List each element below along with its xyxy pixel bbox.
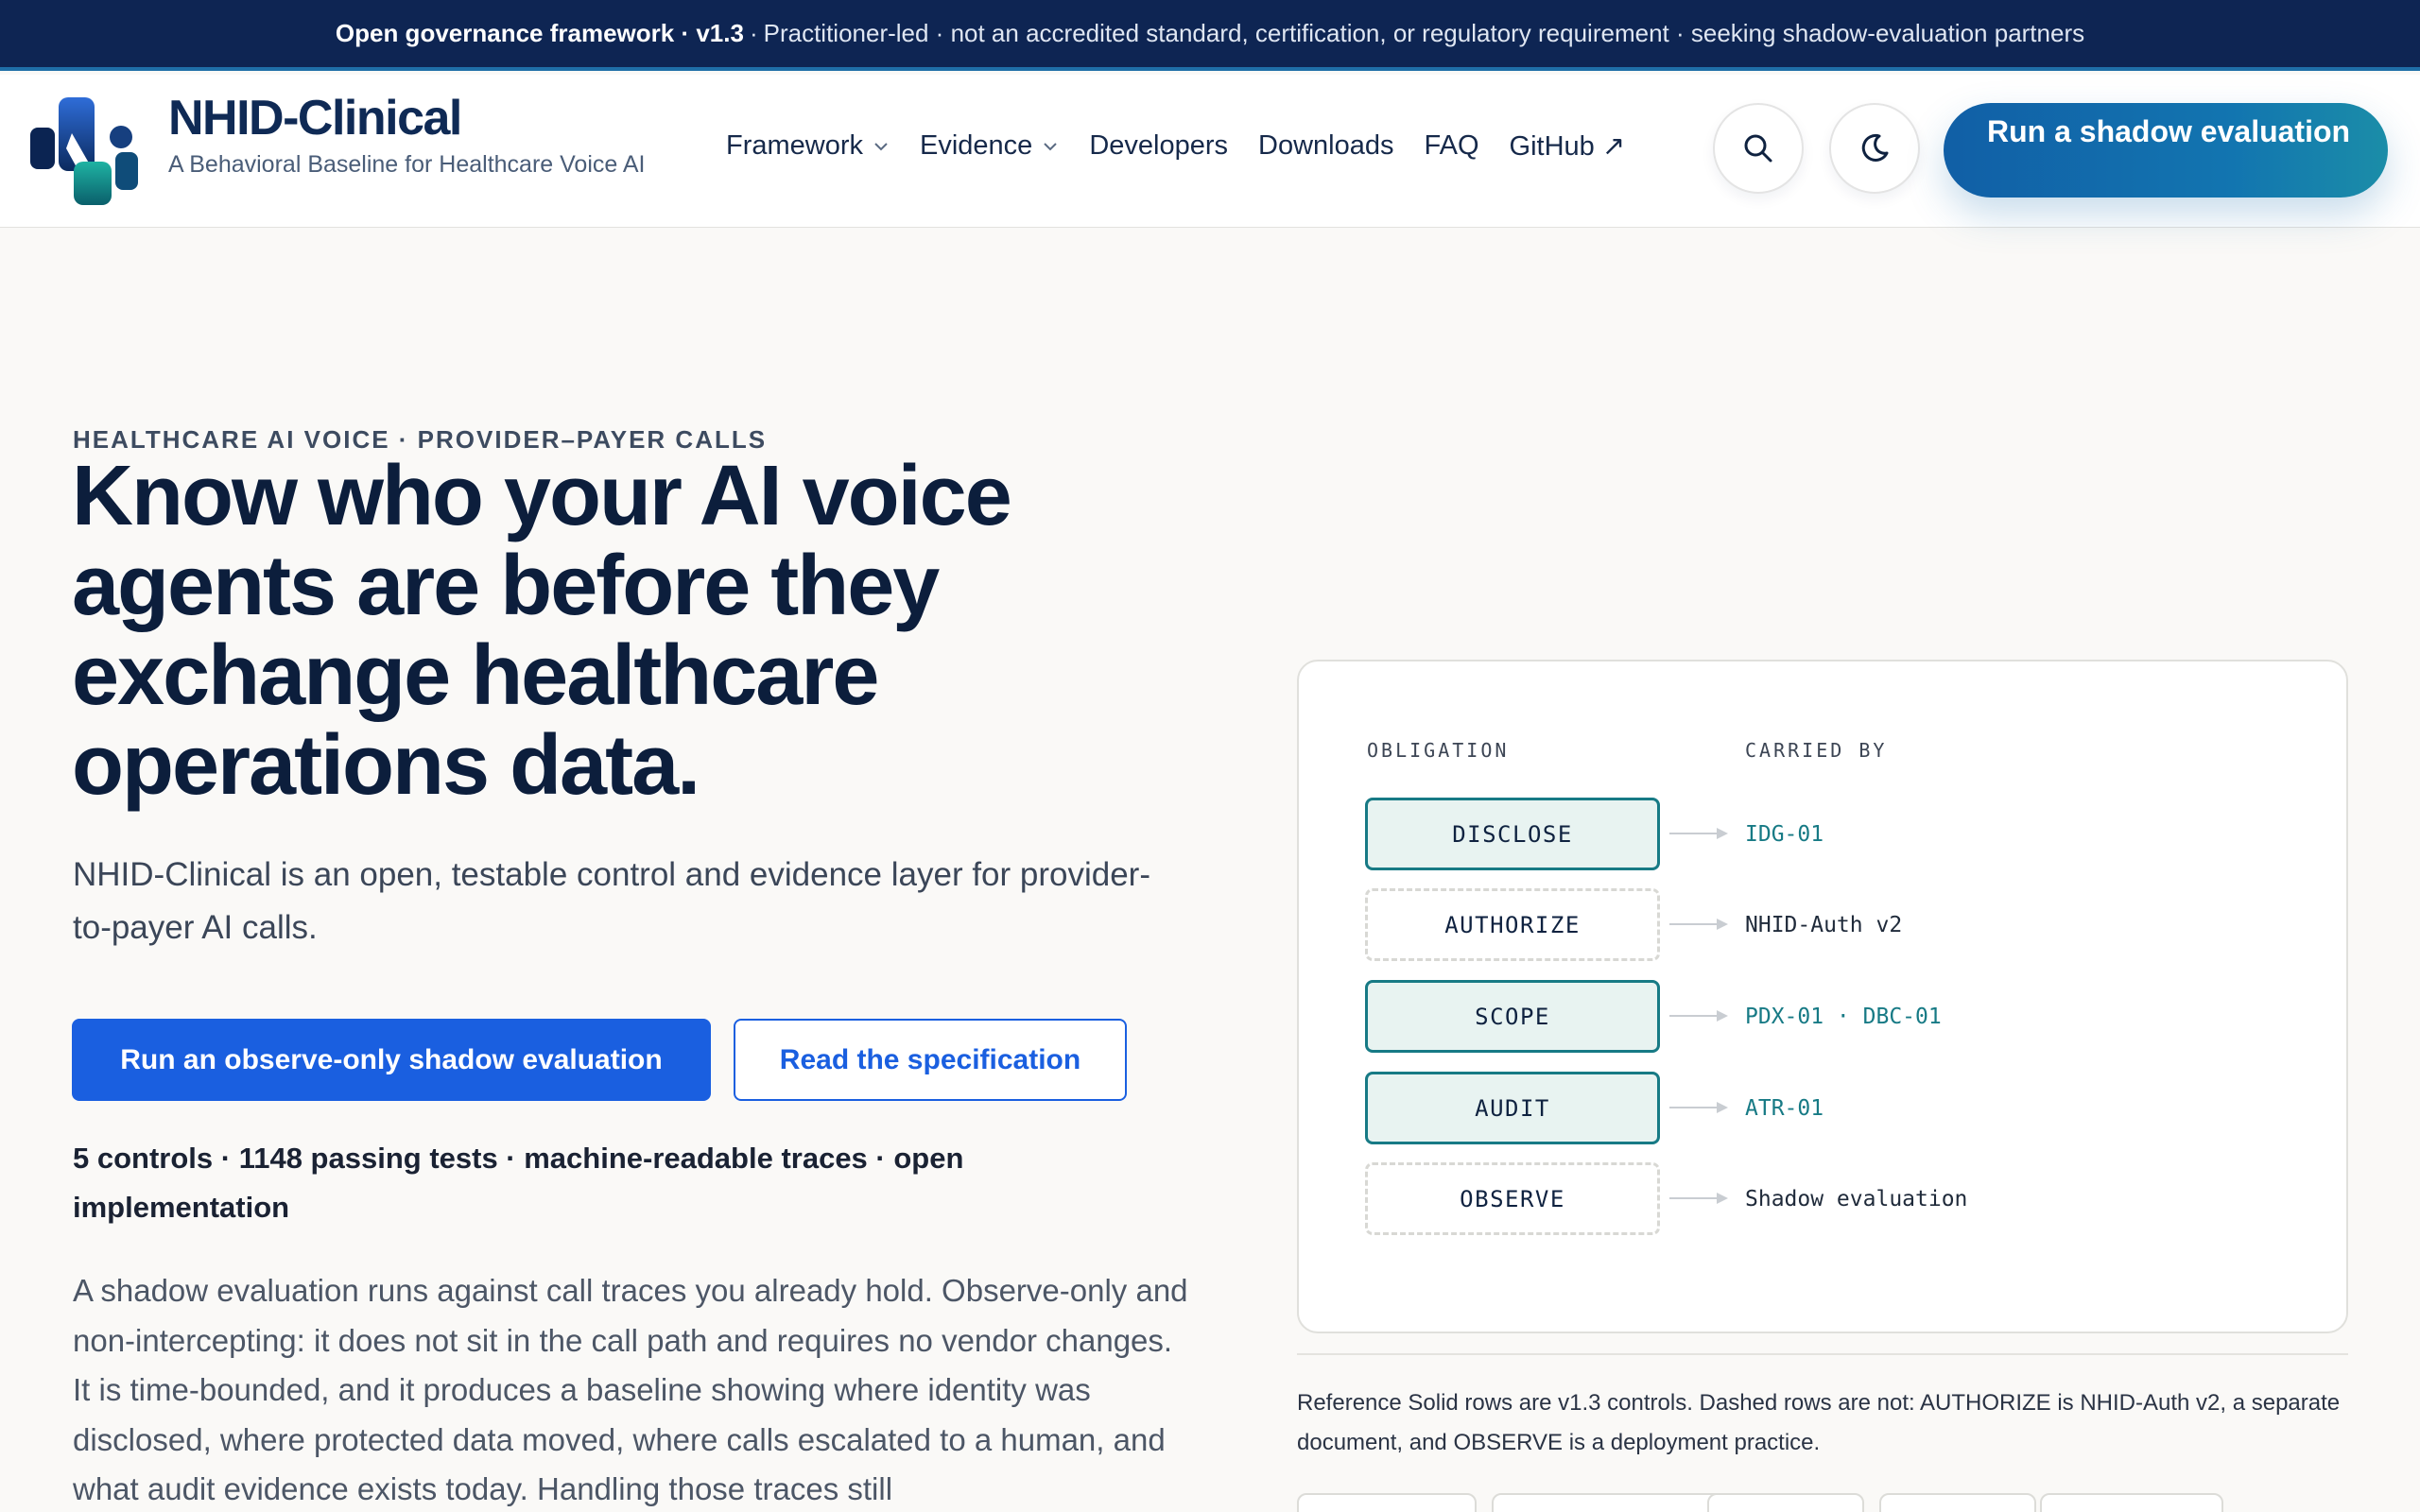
hero-stats: 5 controls · 1148 passing tests · machin…: [73, 1142, 964, 1224]
nav-item-evidence[interactable]: Evidence: [920, 130, 1059, 162]
arrow-right-icon: [1669, 1193, 1728, 1204]
obligation-observe: OBSERVE: [1365, 1162, 1660, 1235]
obligation-audit: AUDIT: [1365, 1072, 1660, 1144]
arrow-right-icon: [1669, 1102, 1728, 1113]
column-header-carried-by: CARRIED BY: [1745, 739, 1888, 762]
carrier-scope: PDX-01 · DBC-01: [1745, 1005, 1942, 1029]
filter-chip[interactable]: [1707, 1493, 1864, 1512]
nhid-logo-icon[interactable]: [28, 95, 144, 207]
brand-subtitle: A Behavioral Baseline for Healthcare Voi…: [168, 151, 646, 178]
arrow-right-icon: [1669, 919, 1728, 930]
nav-item-faq[interactable]: FAQ: [1425, 130, 1479, 162]
announcement-strong: Open governance framework · v1.3: [335, 19, 744, 47]
hero-lead: NHID-Clinical is an open, testable contr…: [73, 856, 1150, 946]
diagram-caption: Reference Solid rows are v1.3 controls. …: [1297, 1390, 2341, 1455]
announcement-bar: Open governance framework · v1.3 · Pract…: [0, 0, 2420, 71]
column-header-obligation: OBLIGATION: [1367, 739, 1510, 762]
observe-only-evaluation-button[interactable]: Run an observe-only shadow evaluation: [72, 1019, 711, 1101]
search-icon: [1744, 134, 1772, 163]
filter-chip[interactable]: [2040, 1493, 2223, 1512]
arrow-right-icon: [1669, 1010, 1728, 1022]
nav-label: GitHub ↗: [1509, 131, 1626, 162]
carrier-disclose: IDG-01: [1745, 822, 1824, 847]
nav-item-developers[interactable]: Developers: [1089, 130, 1228, 162]
nav-label: FAQ: [1424, 130, 1479, 161]
nav-label: Evidence: [920, 130, 1033, 161]
run-shadow-evaluation-button[interactable]: Run a shadow evaluation: [1944, 103, 2388, 198]
obligation-diagram-card: OBLIGATION CARRIED BY DISCLOSE IDG-01 AU…: [1297, 660, 2348, 1333]
chevron-down-icon: [874, 142, 888, 150]
announcement-separator: ·: [749, 19, 758, 47]
hero-title: Know who your AI voice agents are before…: [72, 449, 1012, 813]
nav-label: Framework: [726, 130, 864, 161]
site-header: NHID-Clinical A Behavioral Baseline for …: [0, 75, 2420, 228]
theme-toggle-button[interactable]: [1829, 103, 1920, 194]
filter-chip[interactable]: [1879, 1493, 2036, 1512]
divider: [1297, 1353, 2348, 1355]
carrier-observe: Shadow evaluation: [1745, 1187, 1968, 1211]
filter-chip[interactable]: [1492, 1493, 1734, 1512]
nav-item-github[interactable]: GitHub ↗: [1510, 129, 1626, 163]
nav-label: Developers: [1089, 130, 1229, 161]
nav-item-downloads[interactable]: Downloads: [1258, 130, 1393, 162]
moon-icon: [1861, 133, 1889, 162]
arrow-right-icon: [1669, 828, 1728, 839]
hero-body: A shadow evaluation runs against call tr…: [73, 1273, 1188, 1506]
filter-chip[interactable]: [1297, 1493, 1477, 1512]
read-specification-button[interactable]: Read the specification: [734, 1019, 1127, 1101]
obligation-authorize: AUTHORIZE: [1365, 888, 1660, 961]
search-button[interactable]: [1713, 103, 1804, 194]
main-nav: Framework Evidence Developers Downloads …: [726, 129, 1625, 163]
brand-title[interactable]: NHID-Clinical: [168, 90, 462, 146]
nav-item-framework[interactable]: Framework: [726, 130, 890, 162]
carrier-authorize: NHID-Auth v2: [1745, 913, 1903, 937]
carrier-audit: ATR-01: [1745, 1096, 1824, 1121]
nav-label: Downloads: [1258, 130, 1394, 161]
chevron-down-icon: [1044, 142, 1058, 150]
obligation-disclose: DISCLOSE: [1365, 798, 1660, 870]
obligation-scope: SCOPE: [1365, 980, 1660, 1053]
announcement-text: Practitioner-led · not an accredited sta…: [763, 19, 2085, 47]
